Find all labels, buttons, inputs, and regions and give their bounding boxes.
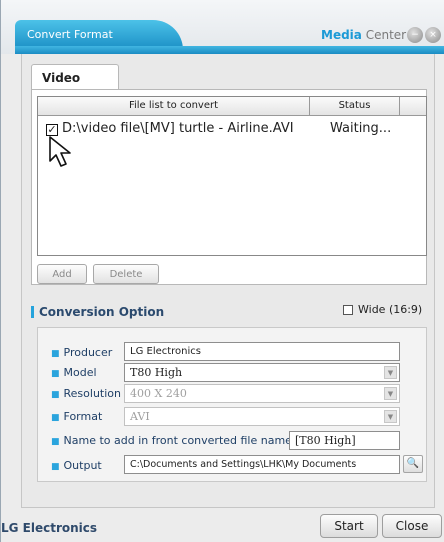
file-list[interactable]: File list to convert Status ✓ D:\video f… xyxy=(37,96,427,256)
chevron-down-icon[interactable]: ▼ xyxy=(384,366,397,379)
producer-label: ■ Producer xyxy=(51,346,113,359)
brand-rest: Center xyxy=(361,28,407,42)
resolution-select[interactable]: 400 X 240 ▼ xyxy=(124,384,400,403)
close-icon[interactable]: × xyxy=(425,27,441,43)
file-status: Waiting... xyxy=(330,121,392,136)
footer-brand: LG Electronics xyxy=(1,521,98,535)
close-button[interactable]: Close xyxy=(382,514,442,538)
prefix-label: ■ Name to add in front converted file nam… xyxy=(51,434,292,447)
start-button[interactable]: Start xyxy=(320,514,378,538)
prefix-field[interactable]: [T80 High] xyxy=(289,431,400,450)
format-select[interactable]: AVI ▼ xyxy=(124,407,400,426)
title-strip xyxy=(15,46,444,54)
format-value: AVI xyxy=(130,410,150,423)
model-select[interactable]: T80 High ▼ xyxy=(124,363,400,382)
model-value: T80 High xyxy=(130,366,183,379)
column-header-file[interactable]: File list to convert xyxy=(38,97,310,115)
model-label: ■ Model xyxy=(51,366,97,379)
minimize-icon[interactable]: − xyxy=(407,27,423,43)
table-row[interactable]: ✓ D:\video file\[MV] turtle - Airline.AV… xyxy=(44,121,424,139)
resolution-label: ■ Resolution xyxy=(51,387,121,400)
output-path-field[interactable]: C:\Documents and Settings\LHK\My Documen… xyxy=(124,455,400,474)
magnifier-icon[interactable]: 🔍 xyxy=(403,455,423,473)
convert-format-window: Convert Format Media Center − × Video Fi… xyxy=(0,0,444,542)
title-bar: Convert Format Media Center − × xyxy=(1,0,444,54)
media-center-brand: Media Center xyxy=(321,28,406,42)
wide-label: Wide (16:9) xyxy=(358,303,423,316)
producer-field[interactable]: LG Electronics xyxy=(124,342,400,361)
output-label: ■ Output xyxy=(51,459,102,472)
chevron-down-icon[interactable]: ▼ xyxy=(384,410,397,423)
resolution-value: 400 X 240 xyxy=(130,387,187,400)
format-label: ■ Format xyxy=(51,410,103,423)
pointer-cursor-icon xyxy=(49,136,71,167)
tab-video[interactable]: Video xyxy=(31,64,119,90)
section-accent-bar xyxy=(31,306,34,318)
conversion-option-title: Conversion Option xyxy=(39,305,165,319)
chevron-down-icon[interactable]: ▼ xyxy=(384,387,397,400)
column-header-status[interactable]: Status xyxy=(310,97,400,115)
file-list-header: File list to convert Status xyxy=(38,97,426,116)
delete-button[interactable]: Delete xyxy=(93,264,159,284)
file-path: D:\video file\[MV] turtle - Airline.AVI xyxy=(62,121,294,136)
add-button[interactable]: Add xyxy=(37,264,87,284)
wide-checkbox[interactable] xyxy=(343,305,353,315)
brand-accent: Media xyxy=(321,28,362,42)
